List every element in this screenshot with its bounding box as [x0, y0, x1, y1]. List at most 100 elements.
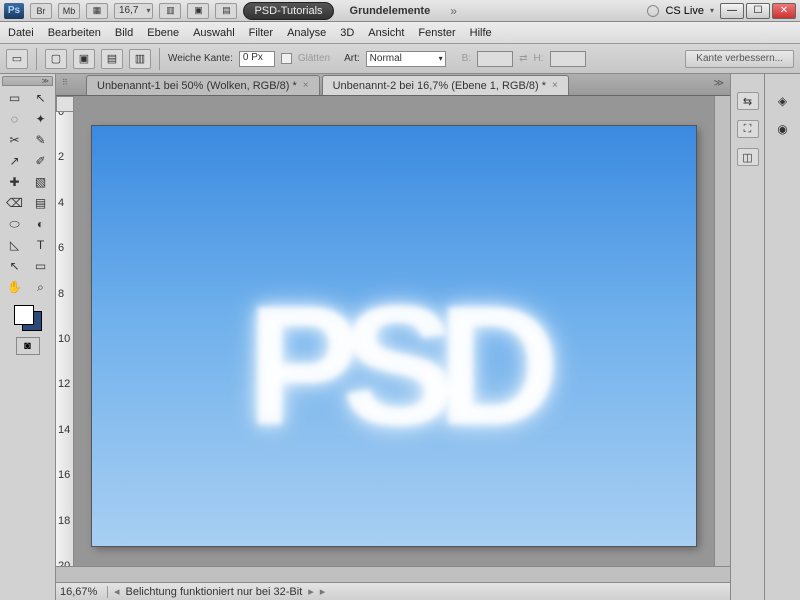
path-select-tool[interactable]: ↖ [2, 256, 27, 276]
menu-analyse[interactable]: Analyse [287, 27, 326, 39]
document-tab-2[interactable]: Unbenannt-2 bei 16,7% (Ebene 1, RGB/8) *… [322, 75, 569, 95]
adjustments-icon[interactable]: ⇆ [737, 92, 759, 110]
title-bar: Ps Br Mb ▦ 16,7 ▥ ▣ ▤ PSD-Tutorials Grun… [0, 0, 800, 22]
cloud-text: PSD [246, 268, 542, 464]
close-button[interactable]: ✕ [772, 3, 796, 19]
status-menu-icon[interactable]: ▸ [320, 585, 326, 598]
status-arrow-left[interactable]: ◂ [114, 585, 120, 598]
antialias-checkbox [281, 53, 292, 64]
tool-preset-icon[interactable]: ▭ [6, 49, 28, 69]
new-selection-icon[interactable]: ▢ [45, 49, 67, 69]
eraser-tool[interactable]: ⌫ [2, 193, 27, 213]
cslive-label[interactable]: CS Live [665, 5, 704, 17]
style-select[interactable]: Normal [366, 51, 446, 67]
menu-bearbeiten[interactable]: Bearbeiten [48, 27, 101, 39]
minibridge-button[interactable]: Mb [58, 3, 80, 19]
swap-icon: ⇄ [519, 53, 527, 64]
close-tab-icon[interactable]: × [552, 80, 558, 91]
menu-3d[interactable]: 3D [340, 27, 354, 39]
eyedropper-tool[interactable]: ✎ [28, 130, 53, 150]
refine-edge-button[interactable]: Kante verbessern... [685, 50, 794, 68]
feather-input[interactable]: 0 Px [239, 51, 275, 67]
workspace-more-icon[interactable]: » [446, 4, 461, 18]
height-label: H: [534, 53, 544, 64]
film-icon[interactable]: ▦ [86, 3, 108, 19]
history-brush-tool[interactable]: ▧ [28, 172, 53, 192]
document-tabs: ⠿ Unbenannt-1 bei 50% (Wolken, RGB/8) * … [56, 74, 730, 96]
tab-label: Unbenannt-2 bei 16,7% (Ebene 1, RGB/8) * [333, 80, 546, 92]
dodge-tool[interactable]: ◐ [28, 214, 53, 234]
height-input [550, 51, 586, 67]
document-tab-1[interactable]: Unbenannt-1 bei 50% (Wolken, RGB/8) * × [86, 75, 320, 95]
add-selection-icon[interactable]: ▣ [73, 49, 95, 69]
pen-tool[interactable]: ◺ [2, 235, 27, 255]
status-message: Belichtung funktioniert nur bei 32-Bit [126, 586, 303, 598]
status-bar: 16,67% ◂ Belichtung funktioniert nur bei… [56, 582, 730, 600]
zoom-tool[interactable]: ⌕ [28, 277, 53, 297]
zoom-select[interactable]: 16,7 [114, 3, 153, 19]
marquee-tool[interactable]: ▭ [2, 88, 27, 108]
intersect-selection-icon[interactable]: ▥ [129, 49, 151, 69]
extras-icon[interactable]: ▤ [215, 3, 237, 19]
tools-collapse-icon[interactable]: ≫ [2, 76, 53, 86]
move-tool[interactable]: ↖ [28, 88, 53, 108]
menu-bild[interactable]: Bild [115, 27, 133, 39]
screen-mode-icon[interactable]: ▣ [187, 3, 209, 19]
menu-ebene[interactable]: Ebene [147, 27, 179, 39]
heal-tool[interactable]: ↗ [2, 151, 27, 171]
width-label: B: [462, 53, 471, 64]
gradient-tool[interactable]: ▤ [28, 193, 53, 213]
scrollbar-vertical[interactable] [714, 96, 730, 566]
tab-label: Unbenannt-1 bei 50% (Wolken, RGB/8) * [97, 80, 297, 92]
canvas-image: PSD [92, 126, 696, 546]
ruler-origin[interactable] [56, 96, 74, 112]
menu-filter[interactable]: Filter [249, 27, 273, 39]
shape-tool[interactable]: ▭ [28, 256, 53, 276]
cslive-icon [647, 5, 659, 17]
chevron-down-icon[interactable]: ▾ [710, 6, 714, 15]
color-swatches[interactable] [12, 303, 44, 333]
close-tab-icon[interactable]: × [303, 80, 309, 91]
app-logo: Ps [4, 3, 24, 19]
workspace-secondary[interactable]: Grundelemente [340, 2, 441, 20]
tools-panel: ≫ ▭ ↖ ◌ ✦ ✂ ✎ ↗ ✐ ✚ ▧ ⌫ ▤ ⬭ ◐ ◺ T ↖ ▭ ✋ [0, 74, 56, 600]
width-input [477, 51, 513, 67]
ruler-vertical[interactable]: 02468101214161820 [56, 112, 74, 566]
crop-tool[interactable]: ✂ [2, 130, 27, 150]
wand-tool[interactable]: ✦ [28, 109, 53, 129]
panel-dock-1: ⇆ ⛶ ◫ [730, 74, 764, 600]
layers-icon[interactable]: ◈ [772, 92, 794, 110]
maximize-button[interactable]: ☐ [746, 3, 770, 19]
menu-hilfe[interactable]: Hilfe [470, 27, 492, 39]
menu-ansicht[interactable]: Ansicht [368, 27, 404, 39]
channels-icon[interactable]: ◉ [772, 120, 794, 138]
menu-bar: Datei Bearbeiten Bild Ebene Auswahl Filt… [0, 22, 800, 44]
paths-icon[interactable]: ◫ [737, 148, 759, 166]
tabs-grip-icon[interactable]: ⠿ [62, 78, 68, 87]
subtract-selection-icon[interactable]: ▤ [101, 49, 123, 69]
menu-fenster[interactable]: Fenster [418, 27, 455, 39]
lasso-tool[interactable]: ◌ [2, 109, 27, 129]
brush-tool[interactable]: ✐ [28, 151, 53, 171]
workspace-primary[interactable]: PSD-Tutorials [243, 2, 333, 20]
canvas-viewport[interactable]: PSD [74, 112, 714, 566]
zoom-status[interactable]: 16,67% [60, 586, 108, 598]
hand-tool[interactable]: ✋ [2, 277, 27, 297]
minimize-button[interactable]: — [720, 3, 744, 19]
quickmask-button[interactable]: ◙ [16, 337, 40, 355]
foreground-swatch[interactable] [14, 305, 34, 325]
panel-dock-2: ◈ ◉ [764, 74, 800, 600]
type-tool[interactable]: T [28, 235, 53, 255]
tabs-more-icon[interactable]: ≫ [714, 78, 724, 89]
blur-tool[interactable]: ⬭ [2, 214, 27, 234]
menu-auswahl[interactable]: Auswahl [193, 27, 235, 39]
scrollbar-horizontal[interactable] [56, 566, 730, 582]
arrange-icon[interactable]: ▥ [159, 3, 181, 19]
stamp-tool[interactable]: ✚ [2, 172, 27, 192]
menu-datei[interactable]: Datei [8, 27, 34, 39]
status-arrow-right[interactable]: ▸ [308, 585, 314, 598]
bridge-button[interactable]: Br [30, 3, 52, 19]
antialias-label: Glätten [298, 53, 330, 64]
styles-icon[interactable]: ⛶ [737, 120, 759, 138]
feather-label: Weiche Kante: [168, 53, 233, 64]
